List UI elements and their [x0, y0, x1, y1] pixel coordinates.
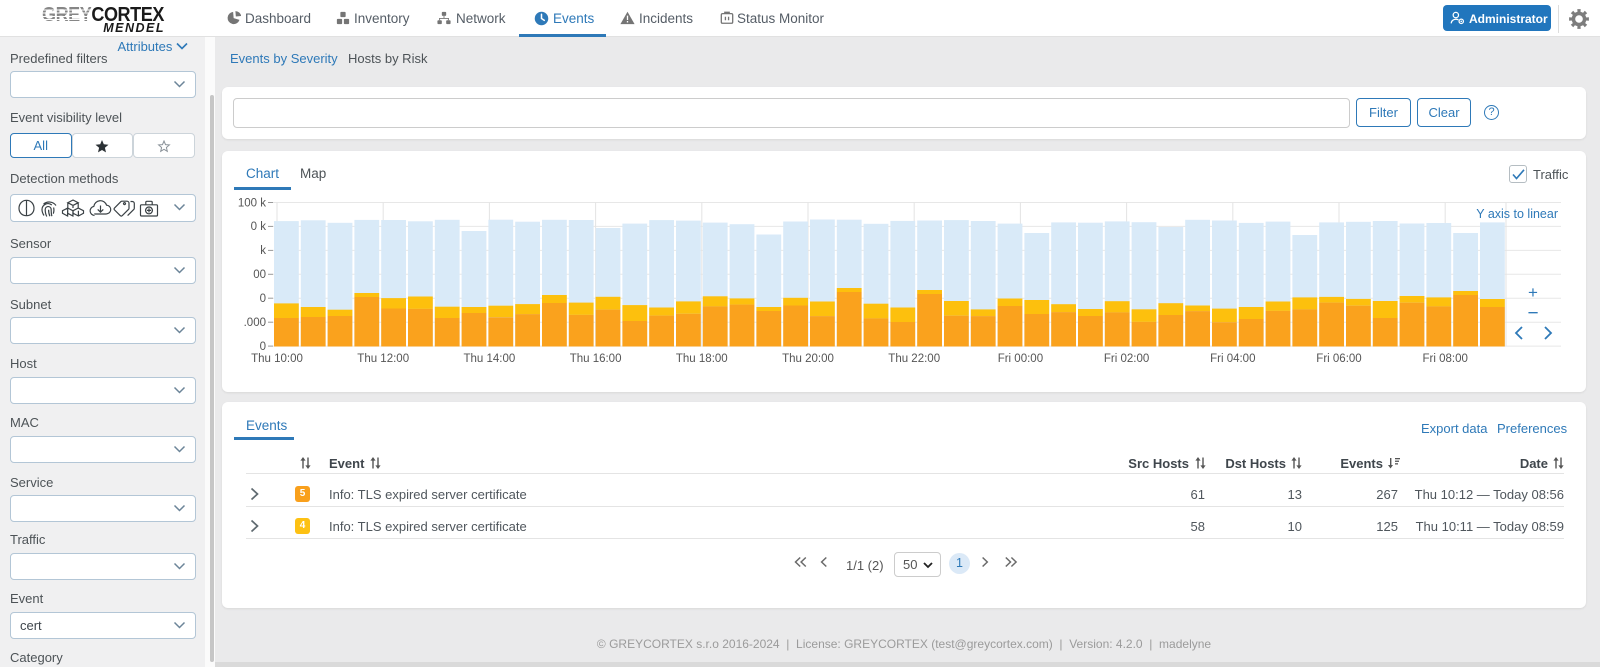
svg-text:Fri 08:00: Fri 08:00 — [1423, 353, 1468, 365]
svg-text:Thu 12:00: Thu 12:00 — [357, 353, 409, 365]
svg-text:Y axis to linear: Y axis to linear — [1476, 207, 1558, 221]
svg-text:Thu 16:00: Thu 16:00 — [570, 353, 622, 365]
svg-text:00: 00 — [253, 269, 266, 281]
svg-text:Fri 02:00: Fri 02:00 — [1104, 353, 1149, 365]
svg-text:+: + — [1528, 283, 1538, 302]
svg-text:.000: .000 — [244, 317, 266, 329]
svg-text:100 k: 100 k — [238, 197, 266, 209]
svg-text:0: 0 — [260, 341, 266, 353]
svg-text:Thu 10:00: Thu 10:00 — [251, 353, 303, 365]
svg-text:Thu 18:00: Thu 18:00 — [676, 353, 728, 365]
svg-text:Fri 06:00: Fri 06:00 — [1316, 353, 1361, 365]
svg-text:k: k — [260, 245, 266, 257]
svg-text:Thu 20:00: Thu 20:00 — [782, 353, 834, 365]
svg-text:0 k: 0 k — [251, 221, 267, 233]
svg-text:Fri 04:00: Fri 04:00 — [1210, 353, 1255, 365]
svg-text:Thu 14:00: Thu 14:00 — [464, 353, 516, 365]
svg-text:−: − — [1527, 303, 1538, 324]
svg-text:Thu 22:00: Thu 22:00 — [888, 353, 940, 365]
svg-text:Fri 00:00: Fri 00:00 — [998, 353, 1043, 365]
svg-text:0: 0 — [260, 293, 266, 305]
